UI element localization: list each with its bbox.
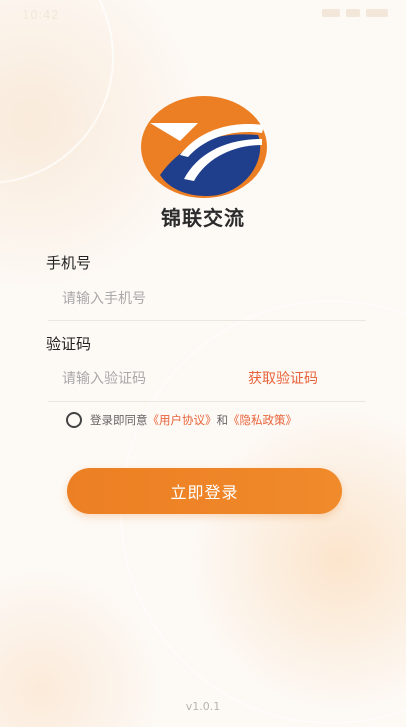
signal-icon (322, 9, 340, 17)
status-bar: 10:42 (0, 0, 406, 30)
wifi-icon (346, 9, 360, 17)
code-label: 验证码 (46, 335, 92, 353)
phone-label: 手机号 (46, 254, 92, 272)
privacy-policy-link[interactable]: 《隐私政策》 (228, 412, 297, 428)
status-icons (322, 9, 388, 17)
phone-divider (48, 320, 366, 321)
phone-input[interactable] (48, 279, 366, 319)
agreement-prefix: 登录即同意 (90, 413, 148, 427)
status-time: 10:42 (22, 8, 60, 22)
get-code-button[interactable]: 获取验证码 (248, 368, 318, 388)
agreement-and: 和 (216, 413, 229, 427)
code-divider (48, 401, 366, 402)
code-input[interactable] (48, 359, 238, 399)
login-button[interactable]: 立即登录 (67, 468, 342, 514)
logo-icon (141, 96, 267, 198)
version-label: v1.0.1 (185, 700, 221, 713)
battery-icon (366, 9, 388, 17)
brand-name: 锦联交流 (161, 206, 245, 230)
user-agreement-link[interactable]: 《用户协议》 (148, 412, 217, 428)
agreement-row: 登录即同意 《用户协议》 和 《隐私政策》 (66, 412, 297, 428)
agreement-checkbox[interactable] (66, 412, 82, 428)
